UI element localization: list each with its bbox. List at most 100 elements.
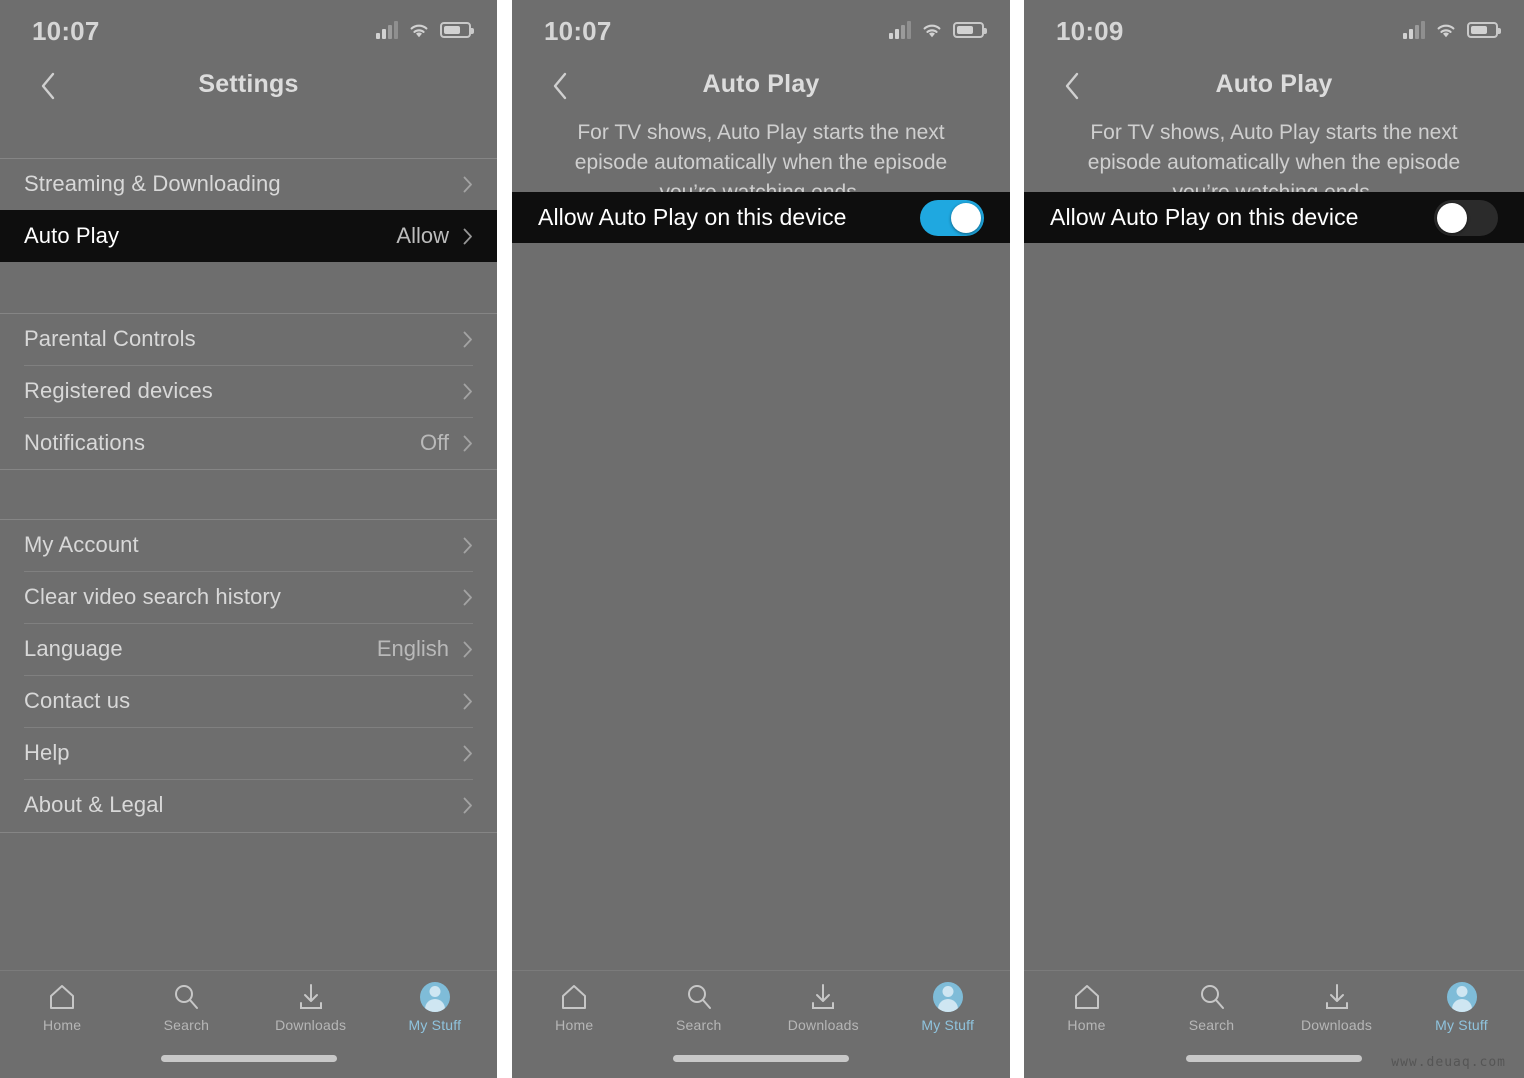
screenshot-stage: 10:07 Settings Streaming & Downloading A… bbox=[0, 0, 1524, 1078]
sidebar-item-clear-video-search-history[interactable]: Clear video search history bbox=[0, 571, 497, 623]
chevron-right-icon bbox=[463, 228, 472, 244]
home-icon bbox=[559, 982, 589, 1012]
row-value: Off bbox=[420, 430, 449, 455]
allow-auto-play-row[interactable]: Allow Auto Play on this device bbox=[1024, 192, 1524, 243]
sidebar-item-help[interactable]: Help bbox=[0, 727, 497, 779]
chevron-right-icon bbox=[463, 331, 472, 347]
search-icon bbox=[171, 982, 201, 1012]
tab-label: Home bbox=[1067, 1017, 1106, 1033]
tab-downloads[interactable]: Downloads bbox=[1274, 982, 1399, 1033]
page-title: Settings bbox=[198, 70, 299, 98]
row-label: Clear video search history bbox=[24, 584, 281, 609]
auto-play-toggle[interactable] bbox=[1434, 199, 1498, 236]
toggle-knob bbox=[1437, 202, 1467, 233]
tab-label: Home bbox=[43, 1017, 82, 1033]
toggle-knob bbox=[951, 202, 981, 233]
tab-downloads[interactable]: Downloads bbox=[761, 982, 886, 1033]
battery-icon bbox=[1467, 22, 1501, 38]
download-icon bbox=[1322, 982, 1352, 1012]
wifi-icon bbox=[921, 22, 943, 39]
row-label: Streaming & Downloading bbox=[24, 171, 281, 196]
row-label: Auto Play bbox=[24, 223, 120, 248]
chevron-right-icon bbox=[463, 693, 472, 709]
row-label: Parental Controls bbox=[24, 326, 196, 351]
chevron-right-icon bbox=[463, 537, 472, 553]
cellular-signal-icon bbox=[376, 21, 398, 39]
row-label: Language bbox=[24, 636, 123, 661]
chevron-right-icon bbox=[463, 641, 472, 657]
status-time: 10:09 bbox=[1056, 16, 1124, 46]
avatar-icon bbox=[932, 982, 963, 1012]
sidebar-item-streaming-downloading[interactable]: Streaming & Downloading bbox=[0, 158, 497, 210]
toggle-label: Allow Auto Play on this device bbox=[538, 204, 847, 230]
toggle-label: Allow Auto Play on this device bbox=[1050, 204, 1359, 230]
status-bar: 10:09 bbox=[1024, 0, 1524, 58]
sidebar-item-notifications[interactable]: Notifications Off bbox=[0, 417, 497, 469]
page-title: Auto Play bbox=[1215, 70, 1333, 98]
tab-label: Search bbox=[675, 1017, 722, 1033]
status-bar: 10:07 bbox=[0, 0, 497, 58]
sidebar-item-language[interactable]: Language English bbox=[0, 623, 497, 675]
chevron-right-icon bbox=[463, 589, 472, 605]
navigation-bar: Auto Play bbox=[1024, 58, 1524, 114]
row-label: Notifications bbox=[24, 430, 146, 455]
tab-downloads[interactable]: Downloads bbox=[249, 982, 373, 1033]
divider bbox=[0, 469, 497, 470]
auto-play-toggle[interactable] bbox=[920, 199, 984, 236]
chevron-right-icon bbox=[463, 383, 472, 399]
sidebar-item-auto-play[interactable]: Auto Play Allow bbox=[0, 210, 497, 262]
status-time: 10:07 bbox=[544, 16, 612, 46]
tab-search[interactable]: Search bbox=[124, 982, 248, 1033]
sidebar-item-registered-devices[interactable]: Registered devices bbox=[0, 365, 497, 417]
status-icons bbox=[889, 18, 987, 42]
battery-icon bbox=[440, 22, 474, 38]
row-label: Help bbox=[24, 740, 70, 765]
sidebar-item-about-legal[interactable]: About & Legal bbox=[0, 779, 497, 831]
chevron-right-icon bbox=[463, 797, 472, 813]
sidebar-item-my-account[interactable]: My Account bbox=[0, 519, 497, 571]
tab-my-stuff[interactable]: My Stuff bbox=[373, 982, 497, 1033]
sidebar-item-parental-controls[interactable]: Parental Controls bbox=[0, 313, 497, 365]
tab-label: Downloads bbox=[787, 1017, 859, 1033]
tab-label: Downloads bbox=[275, 1017, 347, 1033]
settings-group-1: Streaming & Downloading Auto Play Allow bbox=[0, 158, 497, 262]
navigation-bar: Auto Play bbox=[512, 58, 1010, 114]
chevron-right-icon bbox=[463, 745, 472, 761]
tab-home[interactable]: Home bbox=[0, 982, 124, 1033]
tab-label: My Stuff bbox=[408, 1017, 462, 1033]
wifi-icon bbox=[1435, 22, 1457, 39]
sidebar-item-contact-us[interactable]: Contact us bbox=[0, 675, 497, 727]
download-icon bbox=[296, 982, 326, 1012]
home-icon bbox=[47, 982, 77, 1012]
tab-label: Search bbox=[163, 1017, 210, 1033]
download-icon bbox=[808, 982, 838, 1012]
home-icon bbox=[1072, 982, 1102, 1012]
bottom-tab-bar: Home Search Downloads My Stuff bbox=[512, 970, 1010, 1078]
cellular-signal-icon bbox=[889, 21, 911, 39]
wifi-icon bbox=[408, 22, 430, 39]
status-bar: 10:07 bbox=[512, 0, 1010, 58]
tab-label: Home bbox=[555, 1017, 594, 1033]
divider bbox=[0, 832, 497, 833]
status-icons bbox=[376, 18, 474, 42]
row-value: Allow bbox=[396, 223, 449, 248]
tab-home[interactable]: Home bbox=[1024, 982, 1149, 1033]
home-indicator bbox=[673, 1055, 849, 1062]
bottom-tab-bar: Home Search Downloads My Stuff bbox=[0, 970, 497, 1078]
tab-label: My Stuff bbox=[1435, 1017, 1488, 1033]
tab-my-stuff[interactable]: My Stuff bbox=[1399, 982, 1524, 1033]
allow-auto-play-row[interactable]: Allow Auto Play on this device bbox=[512, 192, 1010, 243]
tab-label: Search bbox=[1188, 1017, 1235, 1033]
row-value: English bbox=[376, 636, 449, 661]
phone-panel-autoplay-off: 10:09 Auto Play For TV shows, Auto Play … bbox=[1024, 0, 1524, 1078]
search-icon bbox=[1197, 982, 1227, 1012]
row-label: About & Legal bbox=[24, 792, 164, 817]
tab-home[interactable]: Home bbox=[512, 982, 637, 1033]
settings-group-2: Parental Controls Registered devices Not… bbox=[0, 313, 497, 470]
tab-search[interactable]: Search bbox=[1149, 982, 1274, 1033]
phone-panel-autoplay-on: 10:07 Auto Play For TV shows, Auto Play … bbox=[512, 0, 1010, 1078]
tab-my-stuff[interactable]: My Stuff bbox=[886, 982, 1011, 1033]
cellular-signal-icon bbox=[1403, 21, 1425, 39]
home-indicator bbox=[160, 1055, 337, 1062]
tab-search[interactable]: Search bbox=[637, 982, 762, 1033]
